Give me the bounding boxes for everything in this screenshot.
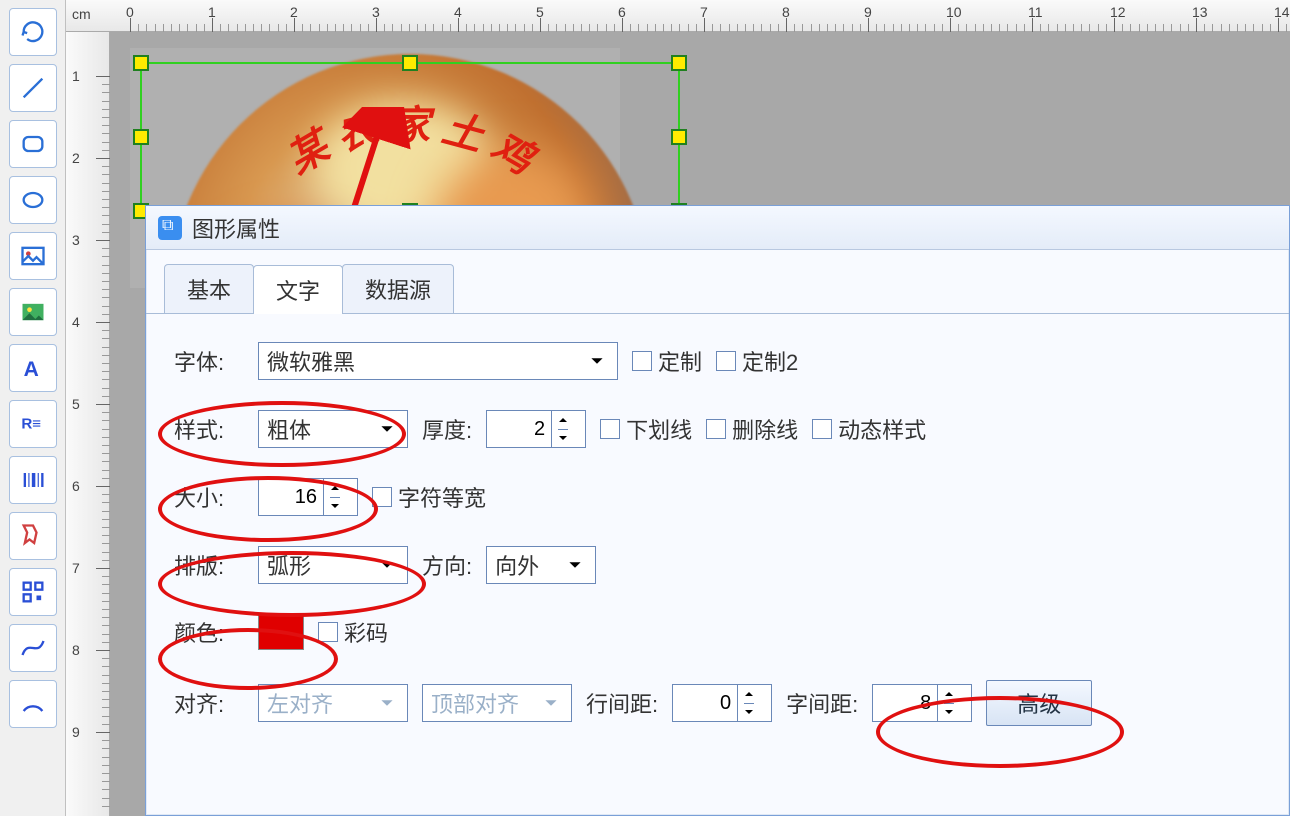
advanced-button[interactable]: 高级: [986, 680, 1092, 726]
direction-value: 向外: [495, 549, 539, 581]
svg-text:R≡: R≡: [21, 416, 41, 433]
thickness-label: 厚度:: [422, 413, 472, 445]
chevron-down-icon: [585, 354, 609, 368]
spin-up-icon[interactable]: [330, 479, 340, 498]
tool-shape[interactable]: [9, 512, 57, 560]
thickness-spinner[interactable]: [486, 410, 586, 448]
custom1-checkbox[interactable]: 定制: [632, 345, 702, 377]
ruler-unit: cm: [72, 6, 91, 22]
tool-picture[interactable]: [9, 288, 57, 336]
font-combo[interactable]: 微软雅黑: [258, 342, 618, 380]
handle-mid-right[interactable]: [671, 129, 687, 145]
chevron-down-icon: [375, 558, 399, 572]
svg-text:A: A: [23, 358, 38, 381]
underline-checkbox[interactable]: 下划线: [600, 413, 692, 445]
color-swatch[interactable]: [258, 614, 304, 650]
left-toolbar: A R≡: [0, 0, 66, 816]
line-spacing-spinner[interactable]: [672, 684, 772, 722]
spin-down-icon[interactable]: [558, 430, 568, 448]
dialog-tabs: 基本 文字 数据源: [146, 250, 1289, 314]
spin-down-icon[interactable]: [944, 704, 954, 722]
color-label: 颜色:: [174, 616, 244, 648]
custom2-checkbox[interactable]: 定制2: [716, 345, 798, 377]
color-code-checkbox[interactable]: 彩码: [318, 616, 388, 648]
handle-top-right[interactable]: [671, 55, 687, 71]
ruler-vertical[interactable]: 123456789: [66, 32, 110, 816]
char-spacing-spinner[interactable]: [872, 684, 972, 722]
tab-basic[interactable]: 基本: [164, 264, 254, 313]
strikethrough-checkbox[interactable]: 删除线: [706, 413, 798, 445]
tab-datasource[interactable]: 数据源: [342, 264, 454, 313]
layout-value: 弧形: [267, 549, 311, 581]
tool-undo[interactable]: [9, 8, 57, 56]
size-spinner[interactable]: [258, 478, 358, 516]
char-spacing-label: 字间距:: [786, 687, 858, 719]
char-spacing-input[interactable]: [873, 692, 937, 715]
style-label: 样式:: [174, 413, 244, 445]
dialog-titlebar[interactable]: 图形属性: [146, 206, 1289, 250]
style-combo[interactable]: 粗体: [258, 410, 408, 448]
tool-barcode[interactable]: [9, 456, 57, 504]
handle-top-mid[interactable]: [402, 55, 418, 71]
dialog-icon: [158, 216, 182, 240]
align-label: 对齐:: [174, 687, 244, 719]
tool-curve[interactable]: [9, 624, 57, 672]
spin-up-icon[interactable]: [558, 411, 568, 430]
layout-label: 排版:: [174, 549, 244, 581]
valign-combo[interactable]: 顶部对齐: [422, 684, 572, 722]
tool-line[interactable]: [9, 64, 57, 112]
font-label: 字体:: [174, 345, 244, 377]
spin-up-icon[interactable]: [944, 685, 954, 704]
tab-text[interactable]: 文字: [253, 265, 343, 314]
selection-box[interactable]: [140, 62, 680, 212]
halign-value: 左对齐: [267, 687, 333, 719]
properties-dialog: 图形属性 基本 文字 数据源 字体: 微软雅黑 定制 定制2 样式: 粗体 厚度…: [145, 205, 1290, 816]
halign-combo[interactable]: 左对齐: [258, 684, 408, 722]
chevron-down-icon: [375, 422, 399, 436]
text-form: 字体: 微软雅黑 定制 定制2 样式: 粗体 厚度: 下划线 删除线 动态样式: [146, 314, 1289, 784]
font-value: 微软雅黑: [267, 345, 355, 377]
tool-qr[interactable]: [9, 568, 57, 616]
tool-image[interactable]: [9, 232, 57, 280]
dialog-title-text: 图形属性: [192, 212, 280, 244]
direction-combo[interactable]: 向外: [486, 546, 596, 584]
style-value: 粗体: [267, 413, 311, 445]
ruler-horizontal[interactable]: cm 01234567891011121314: [66, 0, 1290, 32]
direction-label: 方向:: [422, 549, 472, 581]
tool-arc[interactable]: [9, 680, 57, 728]
handle-mid-left[interactable]: [133, 129, 149, 145]
chevron-down-icon: [375, 696, 399, 710]
dynamic-style-checkbox[interactable]: 动态样式: [812, 413, 926, 445]
handle-top-left[interactable]: [133, 55, 149, 71]
chevron-down-icon: [539, 696, 563, 710]
tool-richtext[interactable]: R≡: [9, 400, 57, 448]
size-input[interactable]: [259, 486, 323, 509]
valign-value: 顶部对齐: [431, 687, 519, 719]
spin-down-icon[interactable]: [330, 498, 340, 516]
chevron-down-icon: [563, 558, 587, 572]
size-label: 大小:: [174, 481, 244, 513]
line-spacing-label: 行间距:: [586, 687, 658, 719]
spin-up-icon[interactable]: [744, 685, 754, 704]
tool-text[interactable]: A: [9, 344, 57, 392]
spin-down-icon[interactable]: [744, 704, 754, 722]
layout-combo[interactable]: 弧形: [258, 546, 408, 584]
tool-ellipse[interactable]: [9, 176, 57, 224]
thickness-input[interactable]: [487, 418, 551, 441]
tool-rounded-rect[interactable]: [9, 120, 57, 168]
line-spacing-input[interactable]: [673, 692, 737, 715]
monospace-checkbox[interactable]: 字符等宽: [372, 481, 486, 513]
